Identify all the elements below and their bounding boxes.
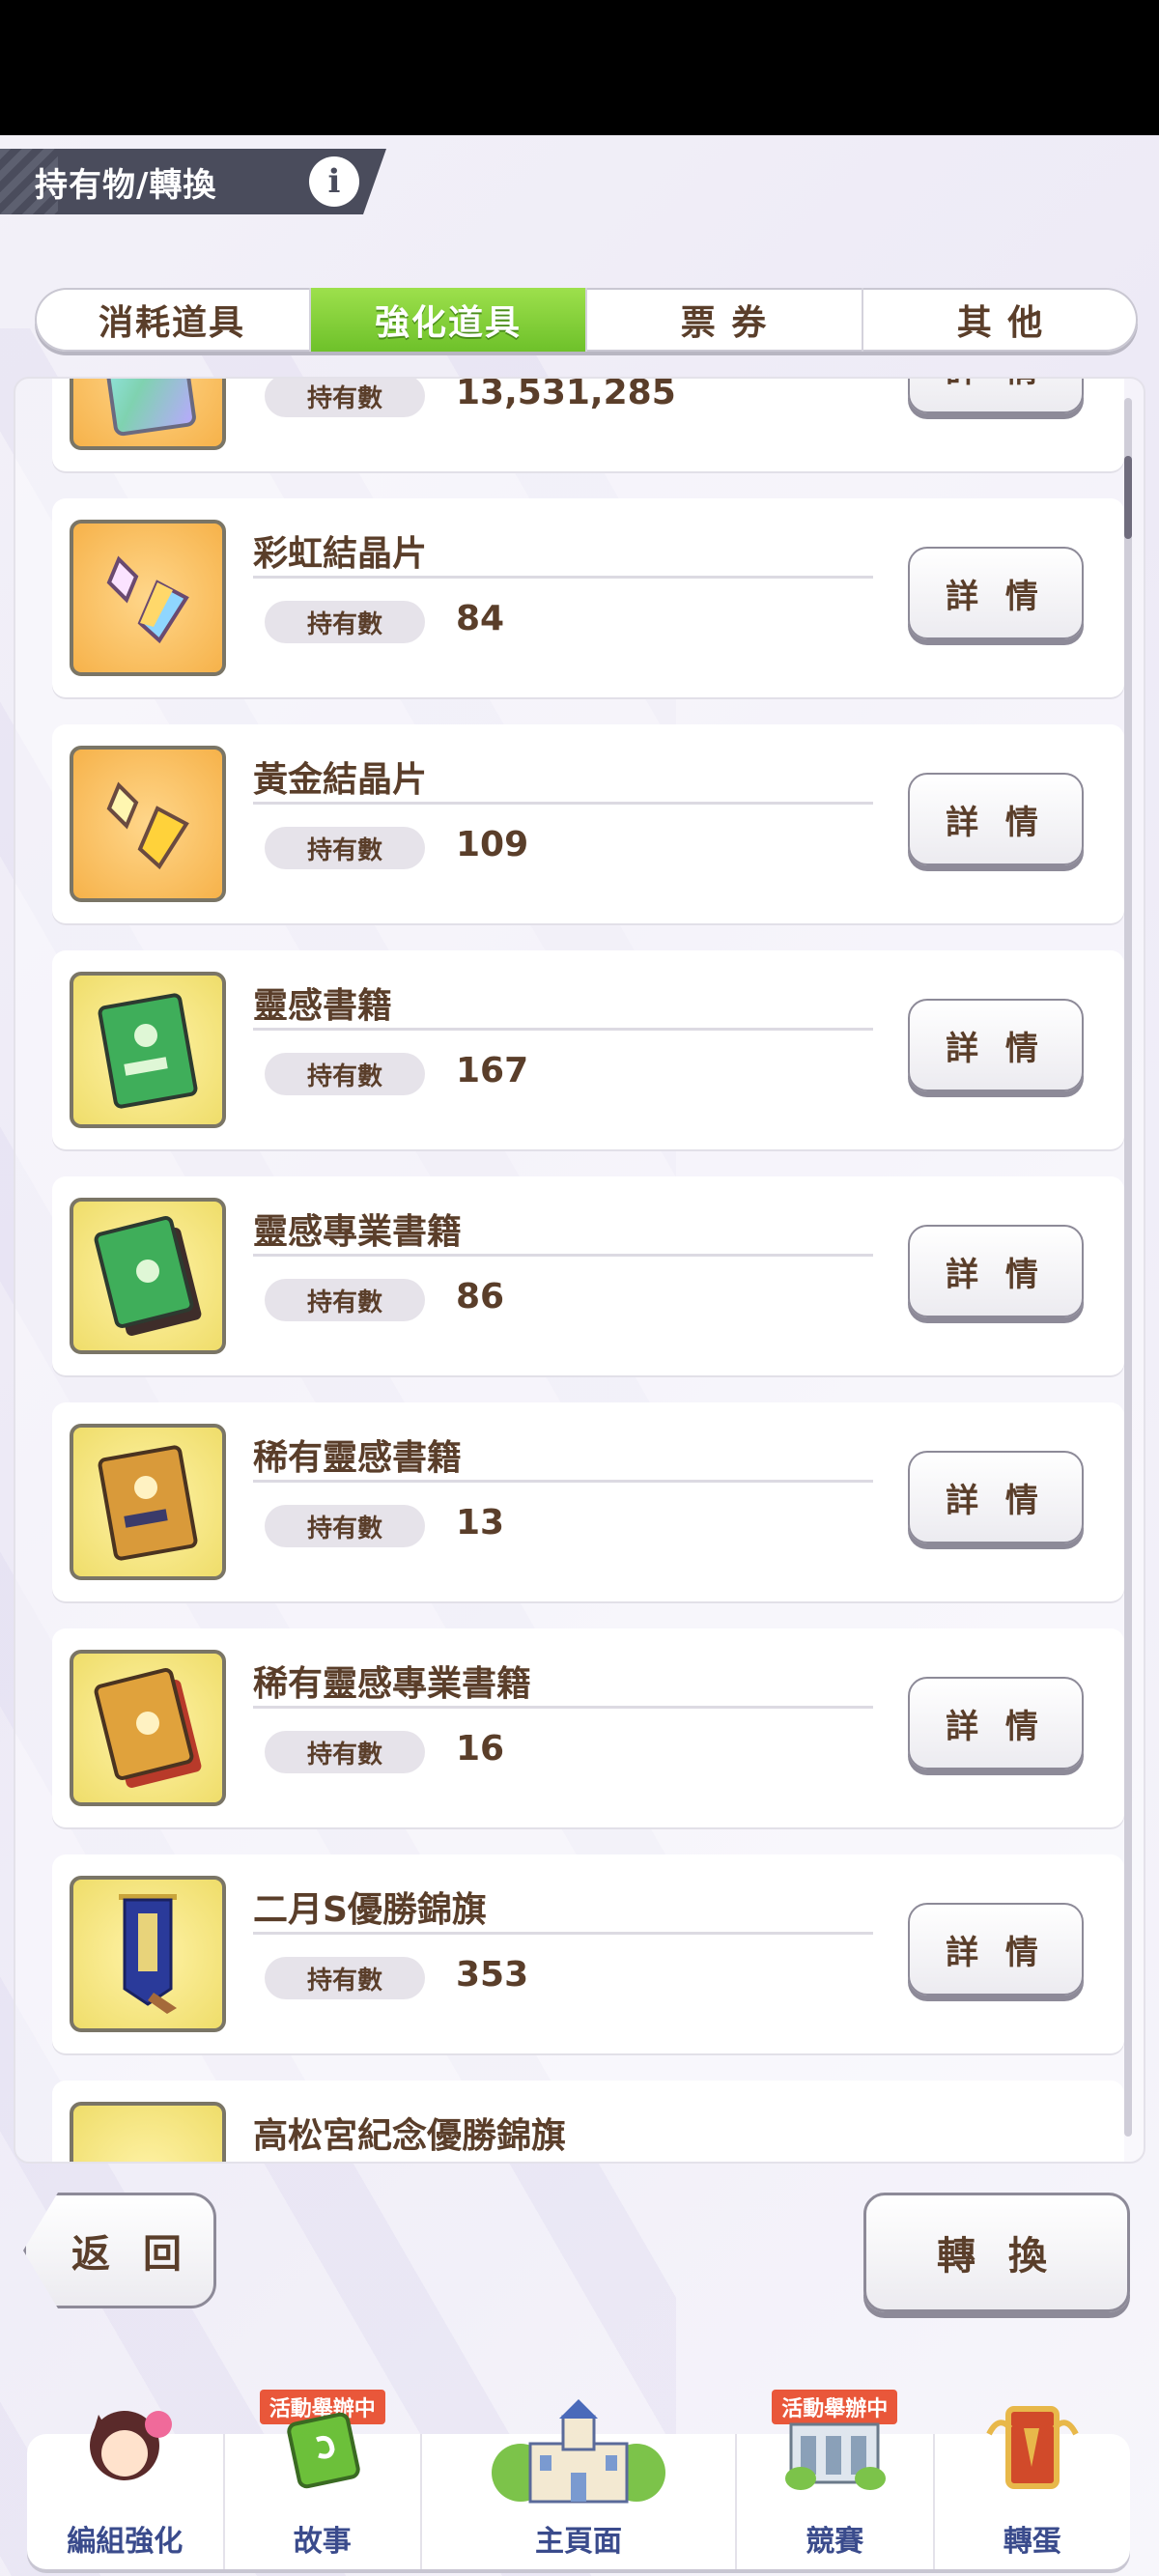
owned-label: 持有數 [265, 379, 425, 417]
list-scrollbar[interactable] [1124, 398, 1132, 2137]
tab-enhancement[interactable]: 強化道具 [311, 288, 587, 352]
owned-count: 167 [456, 1051, 529, 1090]
owned-count: 13,531,285 [456, 377, 676, 412]
list-item: 高松宮紀念優勝錦旗 [52, 2081, 1124, 2162]
name-divider [253, 1254, 873, 1257]
owned-count: 16 [456, 1729, 505, 1769]
nav-label: 故事 [293, 2525, 352, 2559]
nav-home[interactable]: 主頁面 [422, 2399, 737, 2569]
name-divider [253, 1706, 873, 1709]
book-icon [70, 972, 226, 1128]
name-divider [253, 1028, 873, 1031]
owned-count: 13 [456, 1503, 505, 1543]
tab-others[interactable]: 其 他 [863, 288, 1138, 352]
rainbow-crystal-icon [70, 520, 226, 676]
owned-label: 持有數 [265, 1731, 425, 1773]
pennant-icon [70, 1876, 226, 2032]
detail-button[interactable]: 詳 情 [908, 379, 1084, 413]
tab-consumables[interactable]: 消耗道具 [35, 288, 311, 352]
item-list[interactable]: 持有數 13,531,285 詳 情 彩虹結晶片 持有數 84 詳 情 [14, 377, 1145, 2164]
detail-button[interactable]: 詳 情 [908, 999, 1084, 1091]
list-item: 彩虹結晶片 持有數 84 詳 情 [52, 498, 1124, 697]
rare-book-icon [70, 1424, 226, 1580]
owned-count: 86 [456, 1277, 505, 1316]
pennant-icon [70, 2102, 226, 2162]
gold-crystal-icon [70, 746, 226, 902]
owned-label: 持有數 [265, 601, 425, 643]
convert-button[interactable]: 轉 換 [863, 2193, 1130, 2312]
back-button[interactable]: 返 回 [23, 2193, 216, 2308]
detail-button[interactable]: 詳 情 [908, 1677, 1084, 1769]
info-icon[interactable]: i [309, 156, 359, 207]
nav-story[interactable]: 活動舉辦中 故事 [225, 2390, 422, 2569]
nav-label: 編組強化 [67, 2525, 184, 2559]
tab-tickets[interactable]: 票 券 [587, 288, 863, 352]
owned-label: 持有數 [265, 1279, 425, 1321]
item-name: 二月S優勝錦旗 [253, 1890, 487, 1930]
story-book-icon [274, 2395, 371, 2496]
item-name: 靈感專業書籍 [253, 1212, 463, 1252]
nav-label: 主頁面 [535, 2525, 622, 2559]
detail-button[interactable]: 詳 情 [908, 1903, 1084, 1996]
nav-race[interactable]: 活動舉辦中 競賽 [737, 2390, 935, 2569]
item-name: 黃金結晶片 [253, 760, 428, 800]
owned-label: 持有數 [265, 1505, 425, 1547]
name-divider [253, 1932, 873, 1935]
list-item: 靈感書籍 持有數 167 詳 情 [52, 950, 1124, 1149]
character-icon [71, 2395, 178, 2505]
detail-button[interactable]: 詳 情 [908, 1225, 1084, 1317]
owned-count: 109 [456, 825, 529, 864]
race-gate-icon [781, 2395, 888, 2496]
owned-label: 持有數 [265, 1053, 425, 1095]
item-name: 稀有靈感專業書籍 [253, 1664, 532, 1704]
detail-button[interactable]: 詳 情 [908, 773, 1084, 865]
detail-button[interactable]: 詳 情 [908, 1451, 1084, 1543]
owned-count: 84 [456, 599, 505, 638]
owned-label: 持有數 [265, 1957, 425, 1999]
nav-team-enhance[interactable]: 編組強化 [27, 2411, 225, 2569]
detail-button[interactable]: 詳 情 [908, 547, 1084, 639]
gacha-icon [979, 2395, 1086, 2496]
list-item: 稀有靈感書籍 持有數 13 詳 情 [52, 1402, 1124, 1601]
rare-pro-book-icon [70, 1650, 226, 1806]
list-item: 二月S優勝錦旗 持有數 353 詳 情 [52, 1854, 1124, 2053]
scroll-thumb[interactable] [1124, 456, 1132, 539]
card-icon [70, 379, 226, 450]
item-name: 高松宮紀念優勝錦旗 [253, 2116, 567, 2156]
bottom-nav: 編組強化 活動舉辦中 故事 主頁面 活動舉辦中 競賽 轉蛋 [27, 2390, 1131, 2569]
name-divider [253, 1480, 873, 1483]
list-item: 稀有靈感專業書籍 持有數 16 詳 情 [52, 1628, 1124, 1827]
name-divider [253, 802, 873, 805]
item-name: 彩虹結晶片 [253, 534, 428, 574]
owned-count: 353 [456, 1955, 529, 1995]
inventory-screen: 持有物/轉換 i 消耗道具 強化道具 票 券 其 他 持有數 13,531,28… [0, 135, 1159, 2576]
list-item: 持有數 13,531,285 詳 情 [52, 377, 1124, 471]
item-name: 稀有靈感書籍 [253, 1438, 463, 1478]
nav-label: 轉蛋 [1003, 2525, 1061, 2559]
item-name: 靈感書籍 [253, 986, 393, 1026]
list-item: 黃金結晶片 持有數 109 詳 情 [52, 724, 1124, 923]
category-tabs: 消耗道具 強化道具 票 券 其 他 [35, 288, 1138, 352]
nav-label: 競賽 [806, 2525, 864, 2559]
name-divider [253, 576, 873, 579]
home-building-icon [482, 2395, 675, 2515]
nav-gacha[interactable]: 轉蛋 [935, 2406, 1131, 2569]
page-title: 持有物/轉換 [35, 165, 217, 205]
list-item: 靈感專業書籍 持有數 86 詳 情 [52, 1176, 1124, 1375]
owned-label: 持有數 [265, 827, 425, 869]
pro-book-icon [70, 1198, 226, 1354]
